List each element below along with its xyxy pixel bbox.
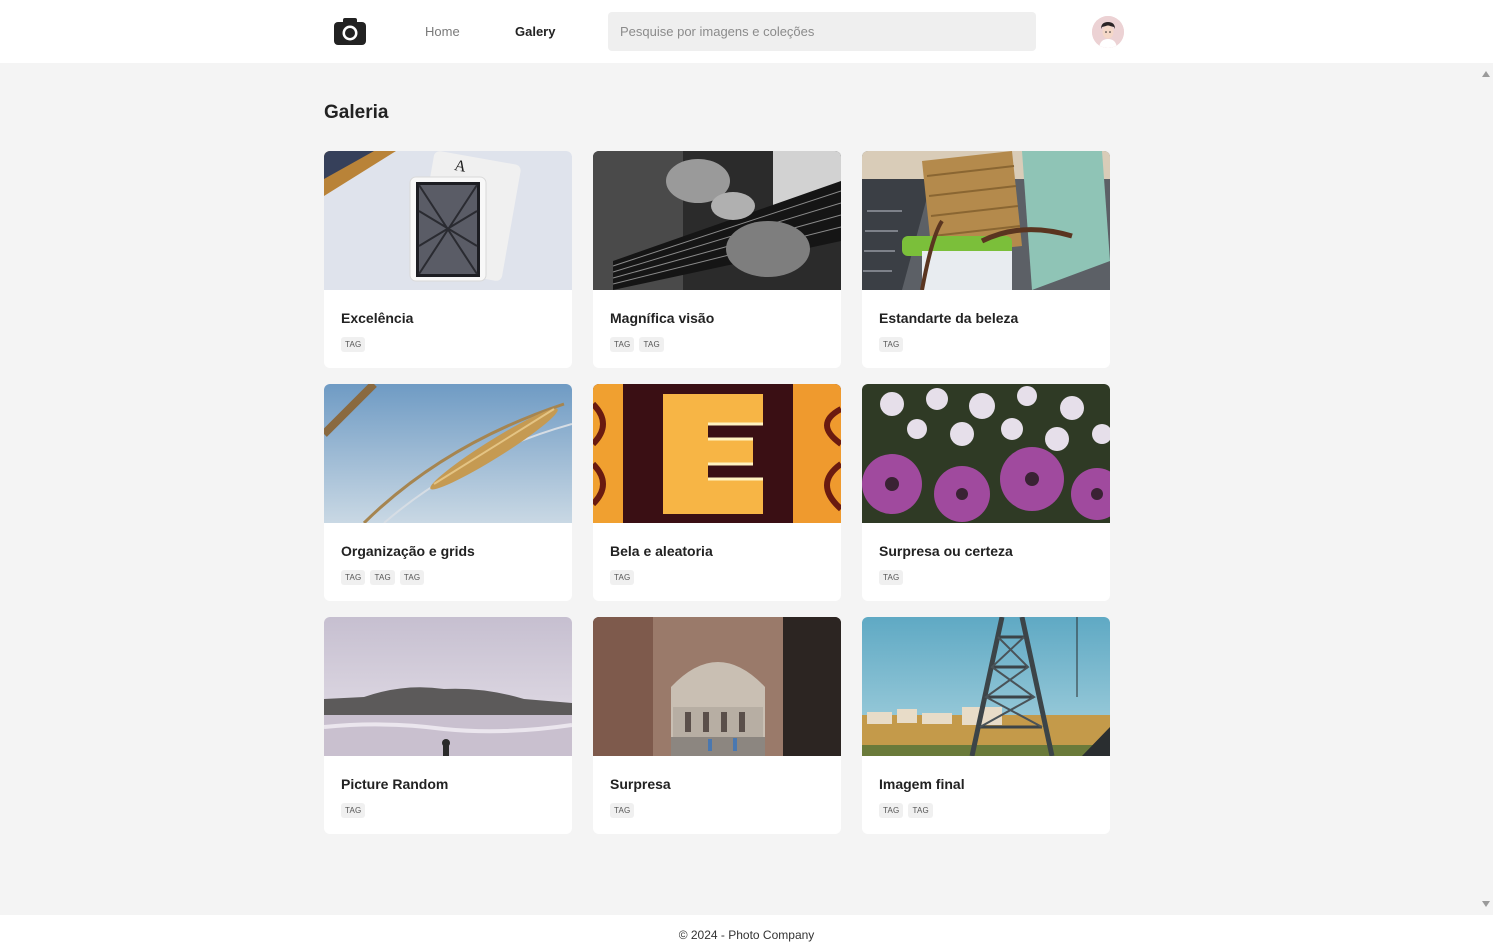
tag-badge[interactable]: TAG — [610, 570, 635, 585]
card-title: Picture Random — [341, 776, 449, 792]
tag-badge[interactable]: TAG — [341, 337, 366, 352]
tag-badge[interactable]: TAG — [639, 337, 664, 352]
purple-daisies-photo — [862, 384, 1110, 523]
vertical-scrollbar[interactable] — [1479, 63, 1493, 915]
page-title: Galeria — [324, 102, 389, 123]
card-title: Excelência — [341, 310, 414, 326]
scroll-up-arrow-icon[interactable] — [1482, 71, 1490, 77]
gallery-grid: A Excelência TAG Magnífica visão TAG TAG — [324, 151, 1111, 834]
tag-badge[interactable]: TAG — [879, 337, 904, 352]
steel-bridge-photo — [862, 617, 1110, 756]
tag-badge[interactable]: TAG — [341, 570, 366, 585]
gallery-card[interactable]: Organização e grids TAG TAG TAG — [324, 384, 572, 601]
ancient-arch-photo — [593, 617, 841, 756]
camera-icon[interactable] — [333, 16, 367, 46]
search-input[interactable] — [608, 12, 1036, 51]
playing-cards-photo: A — [324, 151, 572, 290]
user-avatar[interactable] — [1092, 16, 1124, 48]
wicker-chair-photo — [862, 151, 1110, 290]
tag-list: TAG — [610, 570, 635, 585]
neon-letter-photo — [593, 384, 841, 523]
gallery-card[interactable]: Surpresa ou certeza TAG — [862, 384, 1110, 601]
card-title: Magnífica visão — [610, 310, 715, 326]
tag-list: TAG — [341, 337, 366, 352]
tag-badge[interactable]: TAG — [610, 337, 635, 352]
nav-link-gallery[interactable]: Galery — [515, 24, 555, 39]
card-title: Imagem final — [879, 776, 965, 792]
gallery-card[interactable]: Bela e aleatoria TAG — [593, 384, 841, 601]
nav-link-home[interactable]: Home — [425, 24, 460, 39]
tag-badge[interactable]: TAG — [399, 570, 425, 585]
card-title: Surpresa — [610, 776, 671, 792]
page-footer: © 2024 - Photo Company — [0, 915, 1493, 951]
gallery-card[interactable]: A Excelência TAG — [324, 151, 572, 368]
card-title: Surpresa ou certeza — [879, 543, 1013, 559]
tag-list: TAG TAG — [879, 803, 933, 818]
scroll-down-arrow-icon[interactable] — [1482, 901, 1490, 907]
card-title: Bela e aleatoria — [610, 543, 713, 559]
tag-list: TAG TAG — [610, 337, 664, 352]
gallery-card[interactable]: Imagem final TAG TAG — [862, 617, 1110, 834]
tag-list: TAG — [879, 337, 904, 352]
wheat-sky-photo — [324, 384, 572, 523]
copyright-text: © 2024 - Photo Company — [678, 928, 815, 942]
tag-list: TAG — [610, 803, 635, 818]
misty-beach-photo — [324, 617, 572, 756]
gallery-card[interactable]: Surpresa TAG — [593, 617, 841, 834]
tag-list: TAG — [341, 803, 366, 818]
gallery-card[interactable]: Estandarte da beleza TAG — [862, 151, 1110, 368]
guitar-photo — [593, 151, 841, 290]
tag-list: TAG TAG TAG — [341, 570, 425, 585]
tag-badge[interactable]: TAG — [908, 803, 933, 818]
gallery-card[interactable]: Magnífica visão TAG TAG — [593, 151, 841, 368]
tag-badge[interactable]: TAG — [879, 803, 904, 818]
tag-badge[interactable]: TAG — [341, 803, 366, 818]
tag-badge[interactable]: TAG — [879, 570, 904, 585]
gallery-card[interactable]: Picture Random TAG — [324, 617, 572, 834]
tag-badge[interactable]: TAG — [370, 570, 395, 585]
tag-list: TAG — [879, 570, 904, 585]
card-title: Organização e grids — [341, 543, 475, 559]
top-navbar: Home Galery — [0, 0, 1493, 63]
card-title: Estandarte da beleza — [879, 310, 1019, 326]
tag-badge[interactable]: TAG — [610, 803, 635, 818]
